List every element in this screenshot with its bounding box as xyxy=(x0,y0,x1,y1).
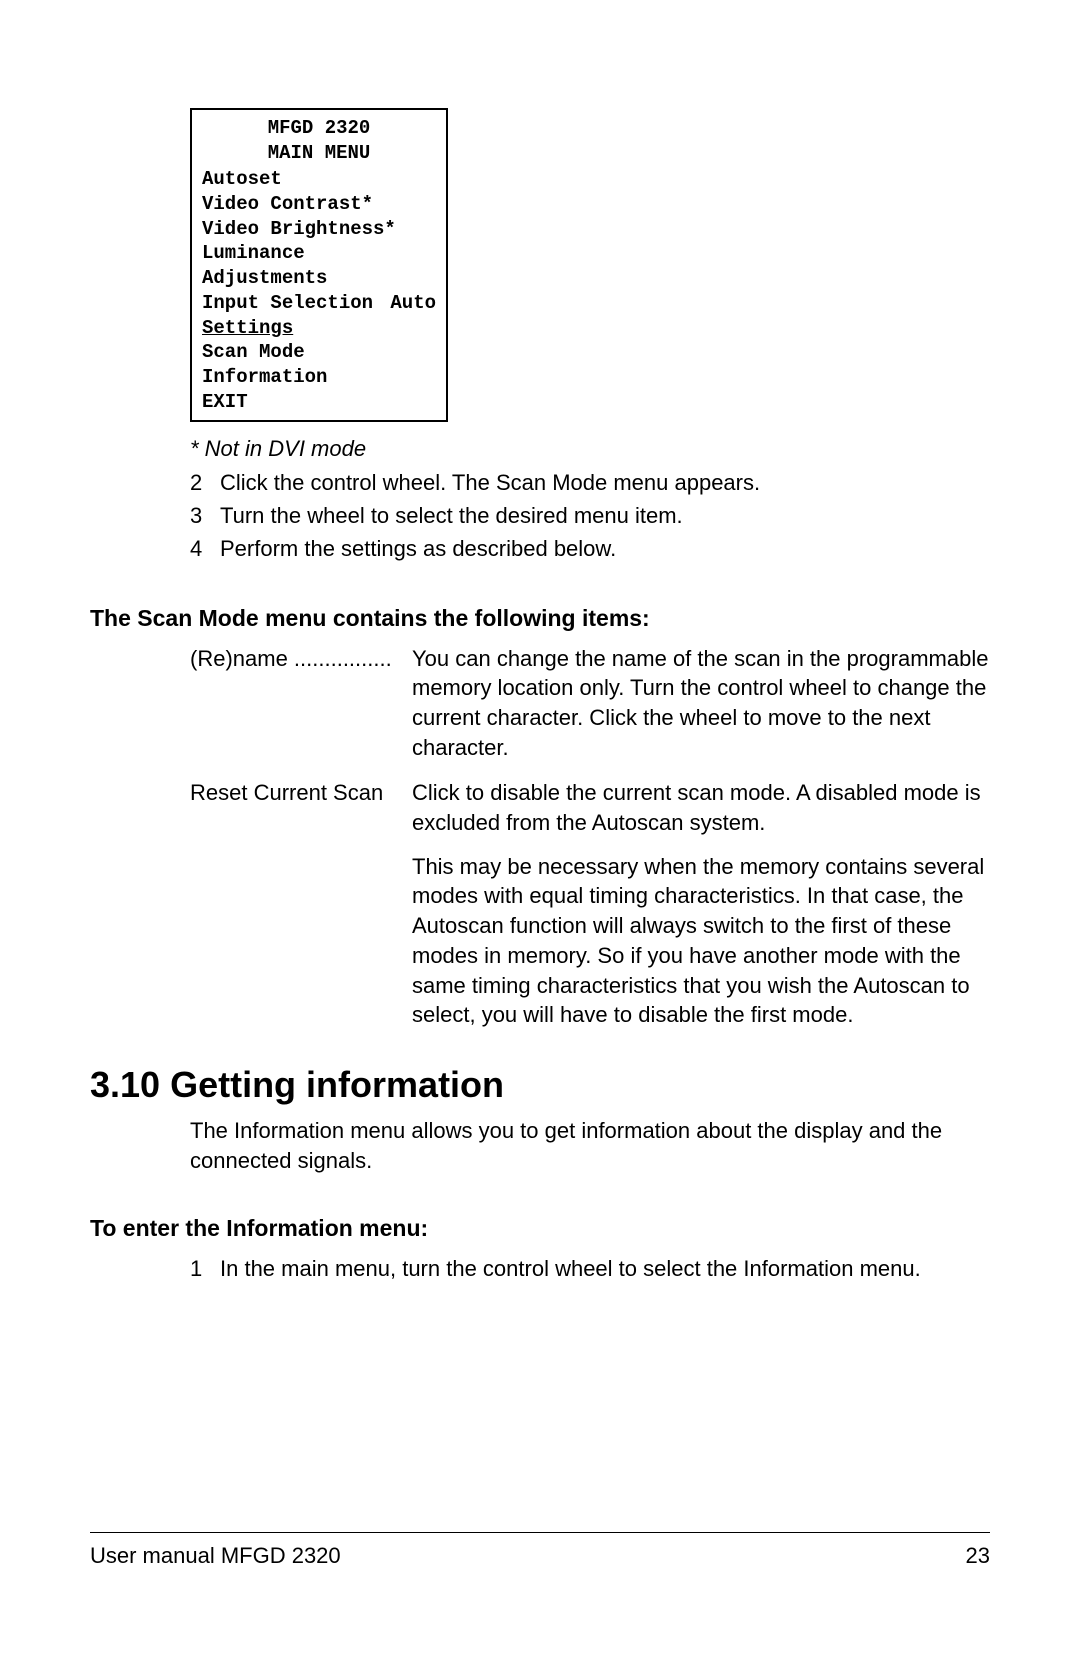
step2-1-text: In the main menu, turn the control wheel… xyxy=(220,1254,921,1285)
menu-item-information: Information xyxy=(202,365,436,390)
def-reset-scan-p1: Click to disable the current scan mode. … xyxy=(412,778,990,837)
menu-item-settings: Settings xyxy=(202,316,436,341)
menu-item-input-selection-value: Auto xyxy=(390,291,436,316)
menu-title-line1: MFGD 2320 xyxy=(202,116,436,141)
section-heading-getting-information: 3.10 Getting information xyxy=(90,1064,990,1106)
menu-title-line2: MAIN MENU xyxy=(202,141,436,166)
footer-row: User manual MFGD 2320 23 xyxy=(90,1543,990,1569)
steps2-list: 1 In the main menu, turn the control whe… xyxy=(190,1254,990,1285)
step-4-number: 4 xyxy=(190,534,220,565)
step-4: 4 Perform the settings as described belo… xyxy=(190,534,990,565)
def-reset-scan-desc: Click to disable the current scan mode. … xyxy=(412,778,990,1030)
menu-items: Autoset Video Contrast* Video Brightness… xyxy=(202,167,436,414)
menu-item-video-brightness: Video Brightness* xyxy=(202,217,436,242)
menu-item-video-contrast: Video Contrast* xyxy=(202,192,436,217)
step-2: 2 Click the control wheel. The Scan Mode… xyxy=(190,468,990,499)
steps-list: 2 Click the control wheel. The Scan Mode… xyxy=(190,468,990,564)
def-reset-scan: Reset Current Scan Click to disable the … xyxy=(190,778,990,1030)
definition-list: (Re)name ................ You can change… xyxy=(190,644,990,1030)
step-2-number: 2 xyxy=(190,468,220,499)
subheading-enter-information-menu: To enter the Information menu: xyxy=(90,1215,990,1242)
footer-page-number: 23 xyxy=(966,1543,990,1569)
document-page: MFGD 2320 MAIN MENU Autoset Video Contra… xyxy=(0,0,1080,1669)
osd-menu-box: MFGD 2320 MAIN MENU Autoset Video Contra… xyxy=(190,108,448,422)
menu-item-input-selection: Input Selection Auto xyxy=(202,291,436,316)
step-3-text: Turn the wheel to select the desired men… xyxy=(220,501,683,532)
footer-left: User manual MFGD 2320 xyxy=(90,1543,341,1569)
menu-item-exit: EXIT xyxy=(202,390,436,415)
footer-rule xyxy=(90,1532,990,1533)
step2-1-number: 1 xyxy=(190,1254,220,1285)
step-4-text: Perform the settings as described below. xyxy=(220,534,616,565)
menu-item-autoset: Autoset xyxy=(202,167,436,192)
section-body: The Information menu allows you to get i… xyxy=(190,1116,990,1175)
step-3-number: 3 xyxy=(190,501,220,532)
menu-item-adjustments: Adjustments xyxy=(202,266,436,291)
step-2-text: Click the control wheel. The Scan Mode m… xyxy=(220,468,760,499)
def-reset-scan-term: Reset Current Scan xyxy=(190,778,412,1030)
menu-item-scan-mode: Scan Mode xyxy=(202,340,436,365)
page-footer: User manual MFGD 2320 23 xyxy=(90,1532,990,1569)
step2-1: 1 In the main menu, turn the control whe… xyxy=(190,1254,990,1285)
def-reset-scan-p2: This may be necessary when the memory co… xyxy=(412,852,990,1030)
def-rename-term: (Re)name ................ xyxy=(190,644,412,763)
menu-item-input-selection-label: Input Selection xyxy=(202,291,373,316)
subheading-scan-mode-items: The Scan Mode menu contains the followin… xyxy=(90,605,990,632)
def-rename-desc: You can change the name of the scan in t… xyxy=(412,644,990,763)
menu-item-luminance: Luminance xyxy=(202,241,436,266)
step-3: 3 Turn the wheel to select the desired m… xyxy=(190,501,990,532)
def-rename: (Re)name ................ You can change… xyxy=(190,644,990,763)
note-dvi-mode: * Not in DVI mode xyxy=(190,436,990,462)
